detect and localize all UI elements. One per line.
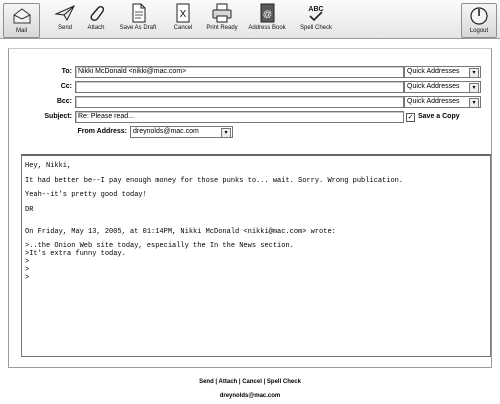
spell-check-icon: ABC — [308, 6, 324, 22]
draft-document-icon — [132, 3, 146, 23]
chevron-down-icon: ▾ — [469, 83, 479, 92]
send-label: Send — [57, 25, 72, 31]
logout-button[interactable]: Logout — [461, 3, 497, 38]
footer-cancel-link[interactable]: Cancel — [242, 379, 262, 385]
to-field[interactable]: Nikki McDonald <nikki@mac.com> — [75, 66, 404, 78]
compose-panel: To: Nikki McDonald <nikki@mac.com> Quick… — [8, 48, 492, 368]
logout-label: Logout — [469, 28, 489, 34]
address-book-label: Address Book — [248, 25, 286, 31]
body-line: Hey, Nikki, — [25, 162, 72, 170]
footer-send-link[interactable]: Send — [199, 379, 214, 385]
body-line: Yeah--it's pretty good today! — [25, 191, 147, 199]
body-line: It had better be--I pay enough money for… — [25, 177, 404, 185]
to-quick-addresses-select[interactable]: Quick Addresses ▾ — [404, 66, 481, 78]
spell-check-label: Spell Check — [299, 25, 332, 31]
save-copy-label: Save a Copy — [418, 113, 460, 120]
cancel-button[interactable]: X Cancel — [169, 2, 197, 36]
chevron-down-icon: ▾ — [469, 98, 479, 107]
subject-field[interactable]: Re: Please read... — [75, 111, 404, 123]
toolbar: Mail Send Attach Save As Draft X Cancel — [0, 0, 500, 39]
from-address-label: From Address: — [77, 128, 127, 135]
to-quick-addresses-value: Quick Addresses — [407, 68, 460, 75]
from-address-select[interactable]: dreynolds@mac.com ▾ — [130, 126, 233, 138]
cancel-document-icon: X — [176, 3, 190, 23]
body-line: >It's extra funny today. — [25, 250, 126, 258]
body-line: > — [25, 258, 30, 266]
body-line: On Friday, May 13, 2005, at 01:14PM, Nik… — [25, 228, 336, 236]
svg-text:@: @ — [263, 9, 272, 19]
bcc-quick-addresses-select[interactable]: Quick Addresses ▾ — [404, 96, 481, 108]
from-address-value: dreynolds@mac.com — [133, 128, 199, 135]
print-ready-label: Print Ready — [206, 25, 238, 31]
footer-user-email: dreynolds@mac.com — [219, 393, 281, 399]
cc-field[interactable] — [75, 81, 404, 93]
chevron-down-icon: ▾ — [221, 128, 231, 137]
attach-label: Attach — [87, 25, 105, 31]
footer-attach-link[interactable]: Attach — [219, 379, 238, 385]
body-line: DR — [25, 206, 34, 214]
cancel-label: Cancel — [173, 25, 193, 31]
mail-label: Mail — [15, 28, 27, 34]
save-as-draft-label: Save As Draft — [119, 25, 157, 31]
save-copy-checkbox[interactable]: ✓ — [406, 113, 415, 122]
bcc-quick-addresses-value: Quick Addresses — [407, 98, 460, 105]
bcc-field[interactable] — [75, 96, 404, 108]
cc-label: Cc: — [60, 83, 72, 90]
cc-quick-addresses-value: Quick Addresses — [407, 83, 460, 90]
spell-check-button[interactable]: ABC Spell Check — [297, 2, 335, 36]
body-line: > — [25, 274, 30, 282]
footer-spell-check-link[interactable]: Spell Check — [267, 379, 301, 385]
save-as-draft-button[interactable]: Save As Draft — [116, 2, 160, 36]
send-button[interactable]: Send — [52, 2, 78, 36]
paperclip-icon — [90, 5, 105, 21]
mail-icon — [13, 8, 30, 24]
svg-text:X: X — [180, 9, 187, 20]
body-line: > — [25, 266, 30, 274]
footer-links: Send | Attach | Cancel | Spell Check — [0, 379, 500, 385]
mail-button[interactable]: Mail — [3, 3, 40, 38]
address-book-button[interactable]: @ Address Book — [246, 2, 288, 36]
to-label: To: — [61, 68, 72, 75]
attach-button[interactable]: Attach — [82, 2, 110, 36]
subject-label: Subject: — [44, 113, 72, 120]
cc-quick-addresses-select[interactable]: Quick Addresses ▾ — [404, 81, 481, 93]
address-book-icon: @ — [260, 3, 275, 23]
printer-icon — [212, 3, 232, 23]
print-ready-button[interactable]: Print Ready — [204, 2, 240, 36]
paper-plane-icon — [54, 4, 76, 22]
logout-icon — [470, 7, 488, 25]
message-body-textarea[interactable]: Hey, Nikki, It had better be--I pay enou… — [21, 154, 491, 357]
bcc-label: Bcc: — [56, 98, 72, 105]
chevron-down-icon: ▾ — [469, 68, 479, 77]
body-line: >..the Onion Web site today, especially … — [25, 242, 294, 250]
